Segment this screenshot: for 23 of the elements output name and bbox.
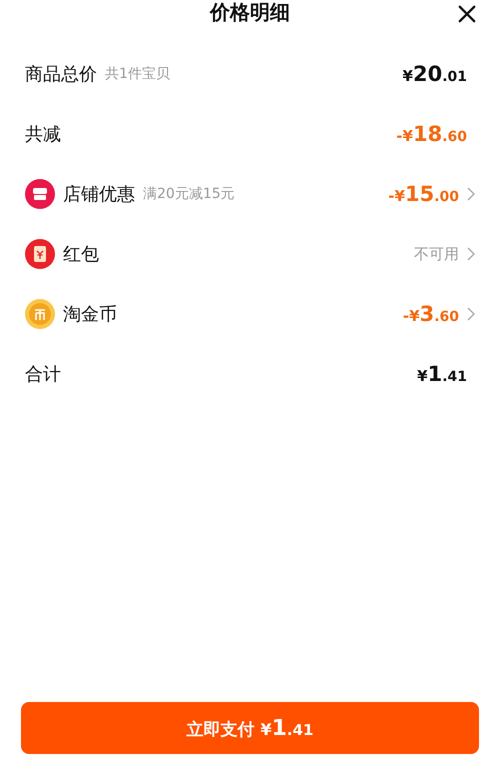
row-label: 店铺优惠 (63, 183, 135, 206)
row-label: 红包 (63, 243, 99, 266)
price-amount: ¥1.41 (417, 362, 467, 386)
chevron-icon[interactable] (467, 247, 475, 261)
chevron-icon[interactable] (467, 187, 475, 201)
pay-button[interactable]: 立即支付 ¥1.41 (21, 702, 479, 754)
shop-icon (25, 179, 55, 209)
row-note: 满20元减15元 (143, 185, 235, 203)
envelope-icon (25, 239, 55, 269)
status-text: 不可用 (414, 244, 459, 264)
close-icon[interactable] (458, 5, 476, 23)
price-amount: -¥15.00 (388, 182, 459, 206)
price-amount: -¥18.60 (396, 122, 467, 146)
row-label: 淘金币 (63, 303, 117, 326)
row-label: 共减 (25, 123, 61, 146)
row-label: 合计 (25, 363, 61, 386)
row-label: 商品总价 (25, 63, 97, 86)
row-note: 共1件宝贝 (105, 65, 170, 83)
price-amount: ¥20.01 (402, 62, 467, 86)
coin-icon (25, 299, 55, 329)
sheet-title: 价格明细 (210, 0, 290, 24)
chevron-icon[interactable] (467, 307, 475, 321)
price-amount: -¥3.60 (402, 302, 459, 326)
